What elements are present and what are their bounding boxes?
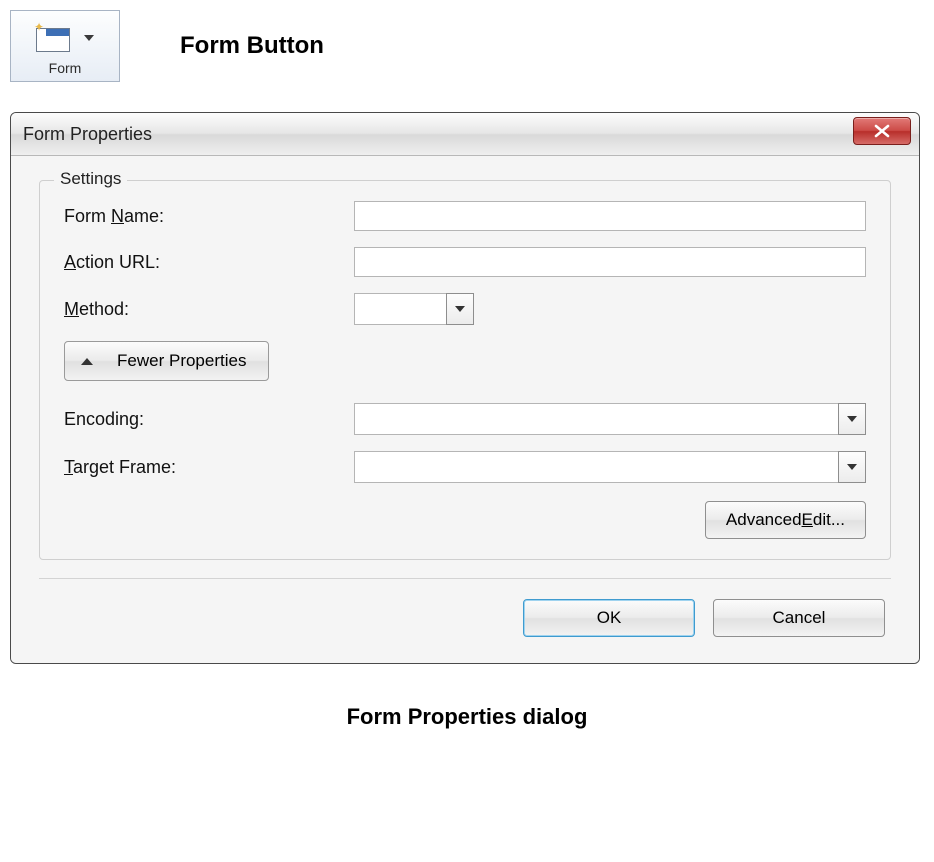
action-url-label: Action URL: [64,252,354,273]
chevron-down-icon [455,306,465,312]
fewer-properties-button[interactable]: Fewer Properties [64,341,269,381]
encoding-combo[interactable] [354,403,866,435]
dropdown-caret-icon [84,35,94,41]
close-button[interactable] [853,117,911,145]
form-toolbar-button[interactable]: ✦ Form [10,10,120,82]
target-frame-input[interactable] [354,451,838,483]
dialog-title: Form Properties [23,124,152,145]
target-frame-dropdown-button[interactable] [838,451,866,483]
dialog-titlebar[interactable]: Form Properties [11,113,919,156]
method-dropdown-button[interactable] [446,293,474,325]
chevron-down-icon [847,464,857,470]
form-name-input[interactable] [354,201,866,231]
cancel-button[interactable]: Cancel [713,599,885,637]
settings-legend: Settings [54,169,127,189]
ok-button[interactable]: OK [523,599,695,637]
target-frame-combo[interactable] [354,451,866,483]
bottom-caption: Form Properties dialog [10,704,924,730]
form-window-icon: ✦ [36,24,70,52]
form-name-label: Form Name: [64,206,354,227]
close-icon [873,124,891,138]
top-heading: Form Button [180,32,324,60]
chevron-up-icon [81,358,93,365]
settings-group: Settings Form Name: Action URL: Method: [39,180,891,560]
encoding-input[interactable] [354,403,838,435]
encoding-dropdown-button[interactable] [838,403,866,435]
fewer-properties-label: Fewer Properties [117,351,246,371]
method-combo[interactable] [354,293,474,325]
method-label: Method: [64,299,354,320]
encoding-label: Encoding: [64,409,354,430]
target-frame-label: Target Frame: [64,457,354,478]
advanced-edit-button[interactable]: Advanced Edit... [705,501,866,539]
method-input[interactable] [354,293,446,325]
form-properties-dialog: Form Properties Settings Form Name: Acti… [10,112,920,664]
form-toolbar-label: Form [49,60,82,76]
action-url-input[interactable] [354,247,866,277]
chevron-down-icon [847,416,857,422]
